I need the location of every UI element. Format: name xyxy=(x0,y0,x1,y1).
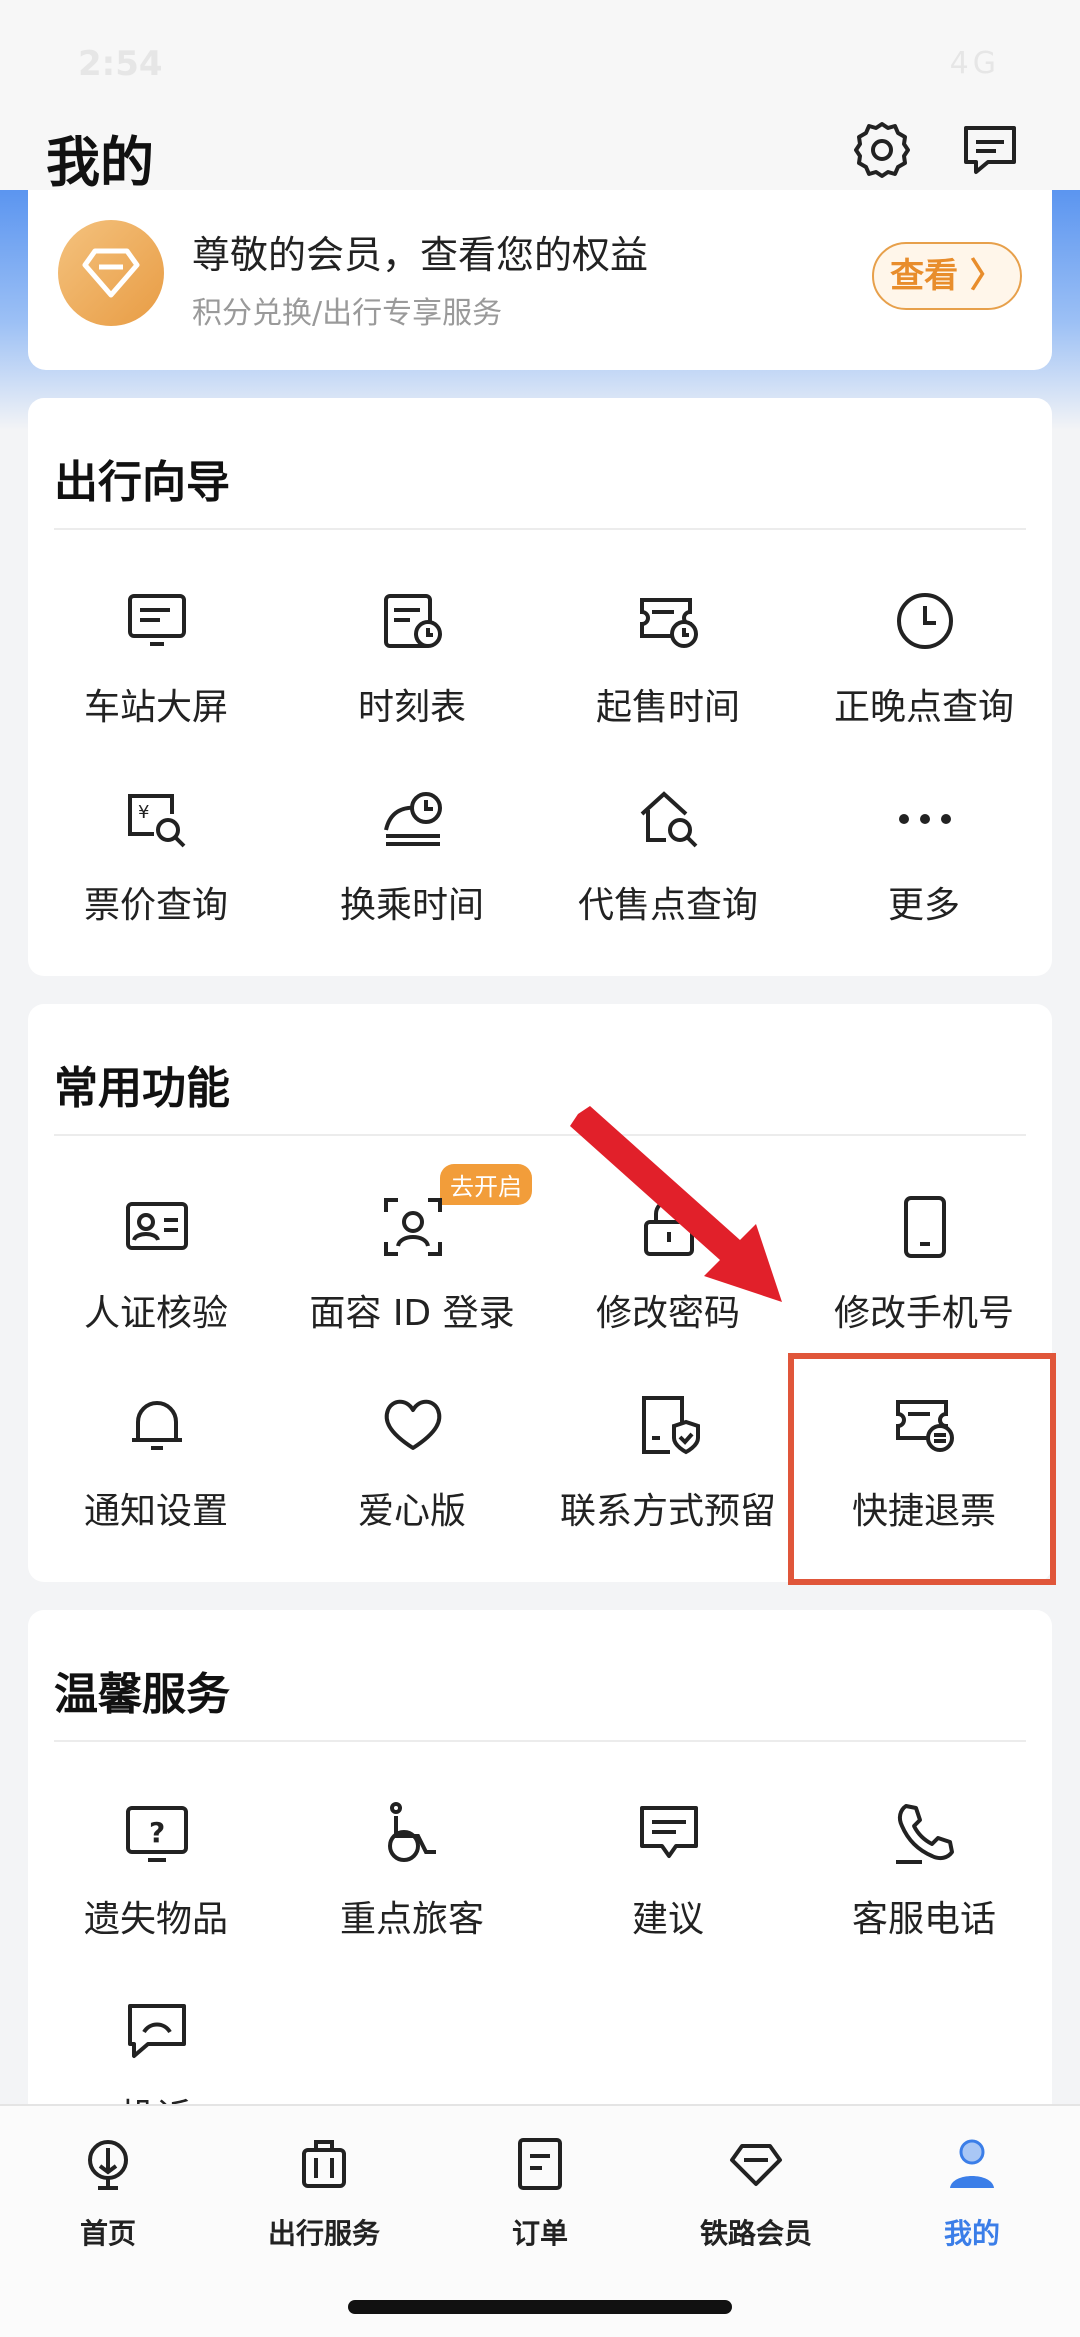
header: 我的 xyxy=(0,100,1080,196)
settings-gear-icon[interactable] xyxy=(850,118,914,182)
enable-badge[interactable]: 去开启 xyxy=(440,1164,532,1205)
tab-label: 出行服务 xyxy=(267,2217,380,2250)
item-label: 修改手机号 xyxy=(833,1293,1014,1334)
tab-label: 我的 xyxy=(943,2217,1000,2250)
item-label: 起售时间 xyxy=(595,687,740,728)
agency-search-icon xyxy=(636,786,702,852)
status-time: 2:54 xyxy=(78,44,163,84)
tab-label: 订单 xyxy=(511,2217,568,2250)
member-subtitle: 积分兑换/出行专享服务 xyxy=(192,296,503,331)
transfer-time-icon xyxy=(380,786,446,852)
section-title: 常用功能 xyxy=(54,1063,230,1114)
func-item-notification-settings[interactable]: 通知设置 xyxy=(28,1392,284,1572)
bell-icon xyxy=(124,1392,190,1458)
user-icon xyxy=(944,2136,1000,2192)
tab-railway-member[interactable]: 铁路会员 xyxy=(648,2136,864,2256)
travel-guide-section: 出行向导 车站大屏 时刻表 起售时间 正晚点查询 ¥ 票价查询 换乘时间 代售点… xyxy=(28,398,1052,976)
more-icon xyxy=(892,786,958,852)
travel-item-fare-query[interactable]: ¥ 票价查询 xyxy=(28,786,284,966)
status-network: 4G xyxy=(949,46,1000,81)
phone-call-icon xyxy=(892,1800,958,1866)
travel-item-agency-query[interactable]: 代售点查询 xyxy=(540,786,796,966)
travel-item-station-screen[interactable]: 车站大屏 xyxy=(28,588,284,768)
service-item-key-passenger[interactable]: 重点旅客 xyxy=(284,1800,540,1980)
timetable-icon xyxy=(380,588,446,654)
travel-item-more[interactable]: 更多 xyxy=(796,786,1052,966)
wheelchair-icon xyxy=(380,1800,446,1866)
contact-shield-icon xyxy=(636,1392,702,1458)
member-title: 尊敬的会员，查看您的权益 xyxy=(192,233,649,277)
annotation-arrow xyxy=(570,1106,782,1302)
service-item-hotline[interactable]: 客服电话 xyxy=(796,1800,1052,1980)
travel-item-delay-query[interactable]: 正晚点查询 xyxy=(796,588,1052,768)
tab-label: 首页 xyxy=(79,2217,136,2250)
service-item-lost-found[interactable]: ? 遗失物品 xyxy=(28,1800,284,1980)
order-icon xyxy=(512,2136,568,2192)
item-label: 代售点查询 xyxy=(577,885,758,926)
page-title: 我的 xyxy=(46,131,154,194)
travel-item-timetable[interactable]: 时刻表 xyxy=(284,588,540,768)
item-label: 时刻表 xyxy=(357,687,466,728)
id-card-icon xyxy=(124,1194,190,1260)
face-id-icon xyxy=(380,1194,446,1260)
tab-orders[interactable]: 订单 xyxy=(432,2136,648,2256)
func-item-change-phone[interactable]: 修改手机号 xyxy=(796,1194,1052,1374)
view-benefits-button[interactable]: 查看 〉 xyxy=(872,242,1022,310)
home-icon xyxy=(80,2136,136,2192)
tab-home[interactable]: 首页 xyxy=(0,2136,216,2256)
item-label: 换乘时间 xyxy=(339,885,484,926)
svg-text:¥: ¥ xyxy=(138,802,149,823)
home-indicator[interactable] xyxy=(348,2300,732,2314)
item-label: 更多 xyxy=(887,885,960,926)
divider xyxy=(54,1134,1026,1136)
travel-item-sale-time[interactable]: 起售时间 xyxy=(540,588,796,768)
item-label: 爱心版 xyxy=(357,1491,466,1532)
divider xyxy=(54,528,1026,530)
section-title: 温馨服务 xyxy=(54,1669,230,1720)
tab-label: 铁路会员 xyxy=(699,2217,812,2250)
func-item-face-id[interactable]: 去开启 面容 ID 登录 xyxy=(284,1164,540,1374)
station-screen-icon xyxy=(124,588,190,654)
func-item-care-mode[interactable]: 爱心版 xyxy=(284,1392,540,1572)
section-title: 出行向导 xyxy=(54,457,230,508)
item-label: 联系方式预留 xyxy=(559,1491,776,1532)
item-label: 客服电话 xyxy=(851,1899,996,1940)
divider xyxy=(54,1740,1026,1742)
fare-search-icon: ¥ xyxy=(124,786,190,852)
message-icon[interactable] xyxy=(958,118,1022,182)
sale-time-icon xyxy=(636,588,702,654)
item-label: 人证核验 xyxy=(83,1293,228,1334)
item-label: 重点旅客 xyxy=(339,1899,484,1940)
heart-icon xyxy=(380,1392,446,1458)
annotation-highlight-box xyxy=(788,1353,1056,1585)
travel-item-transfer-time[interactable]: 换乘时间 xyxy=(284,786,540,966)
item-label: 车站大屏 xyxy=(83,687,228,728)
svg-text:?: ? xyxy=(149,1816,165,1849)
luggage-icon xyxy=(296,2136,352,2192)
item-label: 票价查询 xyxy=(83,885,228,926)
item-label: 正晚点查询 xyxy=(833,687,1014,728)
item-label: 建议 xyxy=(631,1899,704,1940)
tab-travel-service[interactable]: 出行服务 xyxy=(216,2136,432,2256)
item-label: 遗失物品 xyxy=(83,1899,228,1940)
lost-item-icon: ? xyxy=(124,1800,190,1866)
complaint-icon xyxy=(124,1998,190,2064)
phone-icon xyxy=(892,1194,958,1260)
member-diamond-icon xyxy=(58,220,164,326)
member-card[interactable]: 尊敬的会员，查看您的权益 积分兑换/出行专享服务 查看 〉 xyxy=(28,190,1052,370)
clock-icon xyxy=(892,588,958,654)
tab-mine[interactable]: 我的 xyxy=(864,2136,1080,2256)
service-item-suggestion[interactable]: 建议 xyxy=(540,1800,796,1980)
suggestion-icon xyxy=(636,1800,702,1866)
diamond-icon xyxy=(728,2136,784,2192)
item-label: 通知设置 xyxy=(83,1491,228,1532)
func-item-id-verify[interactable]: 人证核验 xyxy=(28,1194,284,1374)
warm-service-section: 温馨服务 ? 遗失物品 重点旅客 建议 客服电话 投诉 xyxy=(28,1610,1052,2138)
item-label: 面容 ID 登录 xyxy=(309,1293,515,1334)
func-item-contact-reserve[interactable]: 联系方式预留 xyxy=(540,1392,796,1572)
